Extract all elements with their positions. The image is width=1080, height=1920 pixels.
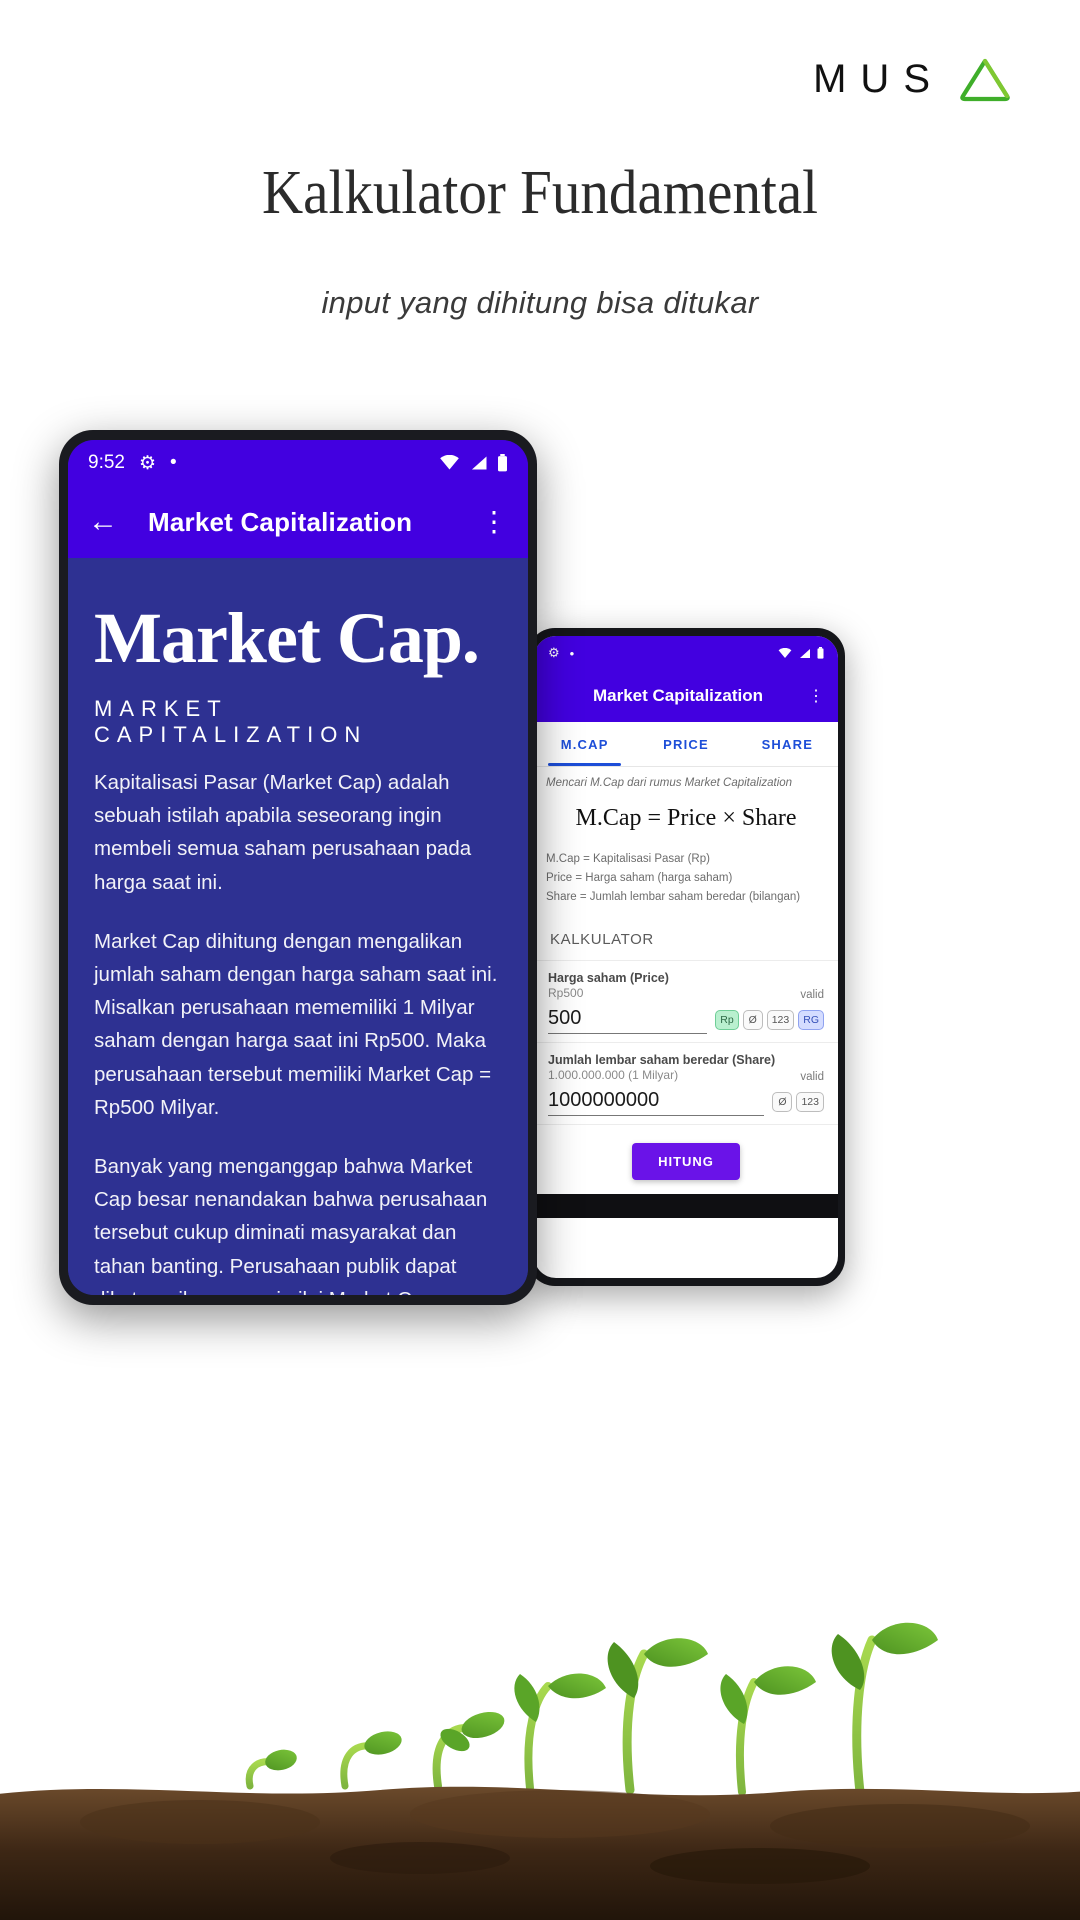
sprout-6	[720, 1666, 816, 1796]
phone-screen-secondary: ⚙ • Market Capitalization ⋮ M.CAP PRICE …	[534, 636, 838, 1278]
back-arrow-icon[interactable]: ←	[88, 507, 118, 537]
sprout-5	[607, 1638, 708, 1795]
secondary-nav-bar	[534, 1193, 838, 1218]
share-input[interactable]: 1000000000	[548, 1089, 765, 1116]
paragraph-2: Market Cap dihitung dengan mengalikan ju…	[94, 929, 498, 1119]
wifi-icon	[440, 455, 459, 470]
primary-app-bar: ← Market Capitalization ⋮	[68, 486, 528, 558]
tab-price[interactable]: PRICE	[635, 722, 736, 766]
signal-icon	[800, 648, 810, 658]
tab-share[interactable]: SHARE	[737, 722, 838, 766]
battery-icon	[817, 647, 824, 659]
calculator-section-title: KALKULATOR	[534, 917, 838, 961]
hero-section: Market Cap. MARKET CAPITALIZATION	[68, 558, 528, 748]
chip-123[interactable]: 123	[766, 1009, 795, 1030]
primary-status-bar: 9:52 ⚙ •	[68, 440, 528, 486]
wifi-icon	[778, 647, 792, 658]
phone-mockup-secondary: ⚙ • Market Capitalization ⋮ M.CAP PRICE …	[527, 628, 845, 1286]
sprout-4	[514, 1673, 606, 1792]
field-price-label: Harga saham (Price)	[548, 970, 669, 985]
sprout-3	[432, 1711, 505, 1790]
phone-screen-primary: 9:52 ⚙ • ← Market Capitalization ⋮ Marke…	[68, 440, 528, 1295]
legend-item-price: Price = Harga saham (harga saham)	[546, 871, 733, 884]
status-dot-icon: •	[569, 645, 575, 661]
field-price-hint: Rp500	[548, 985, 584, 1000]
phone-mockup-primary: 9:52 ⚙ • ← Market Capitalization ⋮ Marke…	[59, 430, 537, 1305]
signal-icon	[471, 456, 487, 470]
formula-legend: M.Cap = Kapitalisasi Pasar (Rp) Price = …	[534, 848, 838, 917]
gear-icon: ⚙	[138, 452, 157, 474]
field-share-hint: 1.000.000.000 (1 Milyar)	[548, 1067, 679, 1082]
field-share-label: Jumlah lembar saham beredar (Share)	[548, 1052, 776, 1067]
secondary-status-bar: ⚙ •	[534, 636, 838, 670]
legend-item-mcap: M.Cap = Kapitalisasi Pasar (Rp)	[546, 853, 710, 865]
field-price-status: valid	[800, 988, 824, 1001]
hero-heading: Market Cap.	[94, 598, 480, 678]
overflow-menu-icon[interactable]: ⋮	[808, 686, 824, 706]
formula-note: Mencari M.Cap dari rumus Market Capitali…	[546, 777, 793, 789]
legend-item-share: Share = Jumlah lembar saham beredar (bil…	[546, 890, 801, 903]
sprout-2	[340, 1731, 402, 1790]
price-input[interactable]: 500	[548, 1007, 708, 1034]
tab-mcap[interactable]: M.CAP	[534, 722, 635, 766]
paragraph-1: Kapitalisasi Pasar (Market Cap) adalah s…	[94, 771, 472, 894]
hitung-button[interactable]: HITUNG	[632, 1142, 740, 1180]
chip-rp[interactable]: Rp	[715, 1009, 739, 1030]
chip-rg[interactable]: RG	[798, 1009, 824, 1030]
formula-expression: M.Cap = Price × Share	[575, 805, 797, 831]
brand-logo: MUS	[813, 56, 1012, 102]
chip-123-share[interactable]: 123	[796, 1091, 824, 1112]
sprout-1	[245, 1749, 297, 1790]
sprout-7	[831, 1622, 938, 1797]
field-share: Jumlah lembar saham beredar (Share) 1.00…	[534, 1043, 838, 1125]
gear-icon: ⚙	[548, 645, 560, 660]
soil-illustration	[0, 1590, 1080, 1920]
chip-zero[interactable]: Ø	[742, 1009, 763, 1030]
page-title: Kalkulator Fundamental	[261, 159, 818, 227]
brand-wordmark: MUS	[813, 56, 944, 101]
primary-app-title: Market Capitalization	[148, 506, 413, 537]
paragraph-3: Banyak yang menganggap bahwa Market Cap …	[94, 1155, 488, 1295]
status-time: 9:52	[88, 452, 125, 473]
secondary-app-bar: Market Capitalization ⋮	[534, 670, 838, 722]
status-dot-icon: •	[170, 452, 177, 473]
price-chip-group: Rp Ø 123 RG	[715, 1009, 824, 1034]
page-subtitle: input yang dihitung bisa ditukar	[321, 285, 759, 320]
tab-bar: M.CAP PRICE SHARE	[534, 722, 838, 767]
sprouts-graphic	[0, 1622, 1080, 1920]
battery-icon	[498, 454, 507, 472]
triangle-logo-icon	[960, 58, 1010, 102]
overflow-menu-icon[interactable]: ⋮	[480, 508, 508, 536]
submit-row: HITUNG	[534, 1125, 838, 1194]
field-price: Harga saham (Price) Rp500 valid 500 Rp Ø…	[534, 961, 838, 1043]
secondary-app-title: Market Capitalization	[592, 686, 764, 705]
share-chip-group: Ø 123	[772, 1091, 824, 1116]
article-body: Kapitalisasi Pasar (Market Cap) adalah s…	[68, 748, 528, 1295]
field-share-status: valid	[800, 1070, 824, 1083]
chip-zero-share[interactable]: Ø	[772, 1091, 793, 1112]
hero-subheading: MARKET CAPITALIZATION	[94, 696, 368, 747]
